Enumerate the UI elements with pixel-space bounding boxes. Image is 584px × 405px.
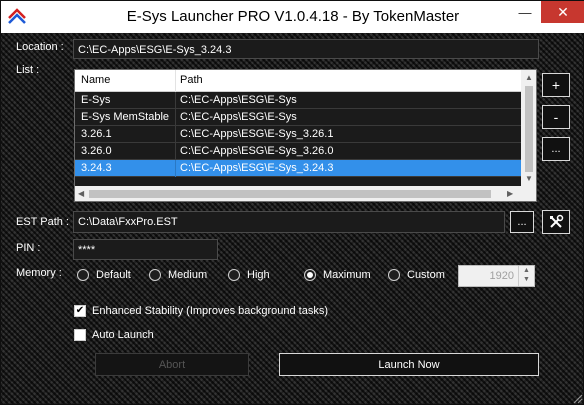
custom-memory-stepper[interactable]: 1920 ▲ ▼: [458, 265, 535, 287]
column-divider: [175, 143, 176, 160]
row-path: C:\EC-Apps\ESG\E-Sys_3.26.1: [180, 128, 334, 140]
row-path: C:\EC-Apps\ESG\E-Sys_3.26.0: [180, 145, 334, 157]
vertical-scroll-thumb[interactable]: [525, 86, 533, 172]
memory-high-label[interactable]: High: [247, 269, 270, 281]
list-row[interactable]: 3.26.0 C:\EC-Apps\ESG\E-Sys_3.26.0: [75, 143, 521, 160]
checkmark-icon: ✔: [75, 305, 85, 316]
horizontal-scroll-thumb[interactable]: [89, 190, 491, 198]
memory-medium-radio[interactable]: [149, 269, 161, 281]
tools-button[interactable]: [542, 210, 570, 234]
list-vertical-scrollbar[interactable]: ▲ ▼: [521, 70, 536, 186]
memory-custom-label[interactable]: Custom: [407, 269, 445, 281]
list-row[interactable]: E-Sys C:\EC-Apps\ESG\E-Sys: [75, 92, 521, 109]
scroll-left-icon[interactable]: ◀: [78, 189, 84, 198]
memory-high-radio[interactable]: [228, 269, 240, 281]
column-divider: [175, 92, 176, 109]
title-bar[interactable]: E-Sys Launcher PRO V1.0.4.18 - By TokenM…: [1, 1, 584, 33]
est-path-label: EST Path :: [16, 216, 69, 228]
minimize-button[interactable]: —: [511, 1, 539, 23]
memory-custom-radio[interactable]: [388, 269, 400, 281]
pin-field[interactable]: ****: [73, 239, 218, 260]
row-name: 3.26.0: [81, 145, 112, 157]
memory-maximum-label[interactable]: Maximum: [323, 269, 371, 281]
column-header-name[interactable]: Name: [81, 74, 110, 86]
stepper-down-icon[interactable]: ▼: [523, 276, 530, 283]
memory-medium-label[interactable]: Medium: [168, 269, 207, 281]
scroll-up-icon[interactable]: ▲: [525, 73, 533, 82]
row-name: E-Sys MemStable: [81, 111, 170, 123]
list-row-selected[interactable]: 3.24.3 C:\EC-Apps\ESG\E-Sys_3.24.3: [75, 160, 521, 177]
auto-launch-label[interactable]: Auto Launch: [92, 329, 154, 341]
custom-memory-value: 1920: [489, 270, 514, 282]
memory-maximum-radio[interactable]: [304, 269, 316, 281]
resize-grip-icon[interactable]: [571, 392, 583, 404]
stepper-buttons[interactable]: ▲ ▼: [518, 266, 534, 286]
row-name: 3.26.1: [81, 128, 112, 140]
est-path-field[interactable]: C:\Data\FxxPro.EST: [73, 211, 505, 233]
enhanced-stability-checkbox[interactable]: ✔: [74, 305, 86, 317]
memory-default-radio[interactable]: [77, 269, 89, 281]
abort-button[interactable]: Abort: [95, 353, 249, 376]
column-divider: [175, 160, 176, 177]
column-divider: [175, 126, 176, 143]
add-entry-button[interactable]: +: [542, 73, 570, 97]
location-label: Location :: [16, 41, 64, 53]
location-field[interactable]: C:\EC-Apps\ESG\E-Sys_3.24.3: [73, 39, 539, 59]
list-header: Name Path: [75, 70, 521, 92]
scroll-down-icon[interactable]: ▼: [525, 174, 533, 183]
enhanced-stability-label[interactable]: Enhanced Stability (Improves background …: [92, 305, 328, 317]
column-header-path[interactable]: Path: [180, 74, 203, 86]
scrollbar-corner: [521, 186, 536, 201]
list-row[interactable]: 3.26.1 C:\EC-Apps\ESG\E-Sys_3.26.1: [75, 126, 521, 143]
row-path: C:\EC-Apps\ESG\E-Sys: [180, 94, 297, 106]
install-list[interactable]: Name Path E-Sys C:\EC-Apps\ESG\E-Sys E-S…: [74, 69, 537, 202]
row-path: C:\EC-Apps\ESG\E-Sys_3.24.3: [180, 162, 334, 174]
memory-default-label[interactable]: Default: [96, 269, 131, 281]
launch-now-button[interactable]: Launch Now: [279, 353, 539, 376]
row-path: C:\EC-Apps\ESG\E-Sys: [180, 111, 297, 123]
stepper-up-icon[interactable]: ▲: [523, 267, 530, 274]
window-title: E-Sys Launcher PRO V1.0.4.18 - By TokenM…: [126, 8, 460, 25]
app-logo-icon: [8, 8, 26, 24]
est-browse-button[interactable]: ...: [510, 211, 534, 233]
scroll-right-icon[interactable]: ▶: [507, 189, 513, 198]
row-name: 3.24.3: [81, 162, 112, 174]
memory-label: Memory :: [16, 267, 62, 279]
launcher-window: E-Sys Launcher PRO V1.0.4.18 - By TokenM…: [0, 0, 584, 405]
auto-launch-checkbox[interactable]: [74, 329, 86, 341]
close-button[interactable]: ✕: [541, 1, 584, 23]
wrench-screwdriver-icon: [550, 214, 564, 228]
remove-entry-button[interactable]: -: [542, 105, 570, 129]
row-name: E-Sys: [81, 94, 111, 106]
list-label: List :: [16, 64, 40, 76]
browse-entry-button[interactable]: ...: [542, 137, 570, 161]
header-divider: [175, 70, 176, 92]
pin-label: PIN :: [16, 242, 41, 254]
column-divider: [175, 109, 176, 126]
list-horizontal-scrollbar[interactable]: ◀ ▶: [75, 186, 521, 201]
list-row[interactable]: E-Sys MemStable C:\EC-Apps\ESG\E-Sys: [75, 109, 521, 126]
